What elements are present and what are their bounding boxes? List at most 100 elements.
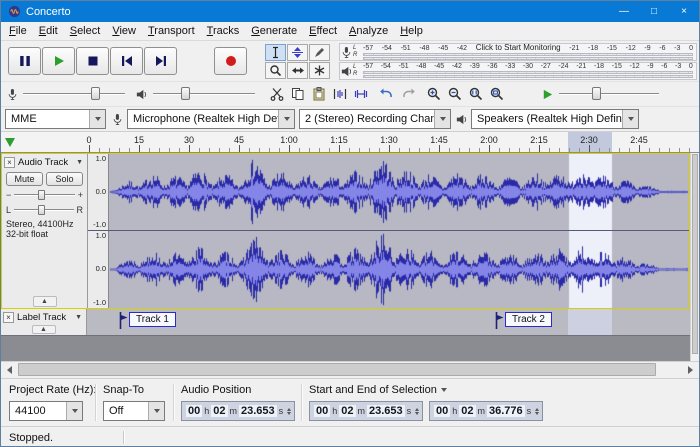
selection-start-field[interactable]: 00 h 02 m 23.653 s xyxy=(309,401,424,421)
menu-item-generate[interactable]: Generate xyxy=(245,23,303,39)
cut-button[interactable] xyxy=(267,84,287,104)
window-title: Concerto xyxy=(26,5,71,18)
playback-volume-slider[interactable] xyxy=(153,85,255,103)
scroll-right-button[interactable] xyxy=(682,362,699,378)
vertical-scrollbar[interactable] xyxy=(690,153,699,361)
slider-thumb[interactable] xyxy=(91,87,100,100)
pan-right-label: R xyxy=(76,204,84,215)
paste-button[interactable] xyxy=(309,84,329,104)
recording-volume-slider[interactable] xyxy=(23,85,125,103)
record-button[interactable] xyxy=(214,47,247,75)
menu-item-tracks[interactable]: Tracks xyxy=(201,23,246,39)
menu-item-edit[interactable]: Edit xyxy=(33,23,64,39)
label-item[interactable]: Track 1 xyxy=(119,312,176,330)
selection-range-label[interactable]: Start and End of Selection xyxy=(309,384,447,396)
label-text[interactable]: Track 2 xyxy=(505,312,552,327)
pause-button[interactable] xyxy=(8,47,41,75)
spinner-arrows-icon[interactable] xyxy=(535,407,540,415)
zoom-in-button[interactable] xyxy=(424,84,444,104)
menu-item-analyze[interactable]: Analyze xyxy=(343,23,394,39)
menu-item-transport[interactable]: Transport xyxy=(142,23,201,39)
skip-to-start-button[interactable] xyxy=(110,47,143,75)
spinner-arrows-icon[interactable] xyxy=(415,407,420,415)
slider-thumb[interactable] xyxy=(38,189,46,200)
timeline-ruler[interactable]: 0 15 30 45 1:00 1:15 1:30 1:45 2:00 2:15 2:30 2:45 xyxy=(1,132,699,153)
waveform-left-channel[interactable] xyxy=(109,154,689,230)
zoom-tool-button[interactable] xyxy=(265,62,286,79)
audio-position-field[interactable]: 00 h 02 m 23.653 s xyxy=(181,401,296,421)
menu-item-effect[interactable]: Effect xyxy=(303,23,343,39)
snap-to-select[interactable]: Off xyxy=(103,401,165,421)
audio-track[interactable]: × Audio Track ▼ Mute Solo − + L R Stereo… xyxy=(1,153,690,309)
solo-button[interactable]: Solo xyxy=(46,172,83,186)
undo-button[interactable] xyxy=(377,84,397,104)
collapse-track-button[interactable]: ▲ xyxy=(32,296,57,307)
playback-meter[interactable]: LR -57 -54 -51 -48 -45 -42 -39 -36 -33 -30 -27 -24-… xyxy=(339,62,697,80)
audio-host-select[interactable]: MME xyxy=(5,109,106,129)
dropdown-arrow-icon xyxy=(278,110,294,128)
redo-button[interactable] xyxy=(398,84,418,104)
dropdown-arrow-icon xyxy=(440,388,447,392)
menu-item-help[interactable]: Help xyxy=(394,23,429,39)
menu-bar: File Edit Select View Transport Tracks Generat… xyxy=(1,22,699,41)
menu-item-select[interactable]: Select xyxy=(64,23,107,39)
maximize-button[interactable]: □ xyxy=(639,1,669,22)
fit-selection-button[interactable] xyxy=(466,84,486,104)
status-separator xyxy=(123,431,125,444)
label-track[interactable]: × Label Track ▼ ▲ Track 1 Track 2 xyxy=(1,309,690,336)
gain-slider[interactable] xyxy=(14,189,75,201)
skip-to-end-button[interactable] xyxy=(144,47,177,75)
silence-audio-button[interactable] xyxy=(351,84,371,104)
horizontal-scrollbar-thumb[interactable] xyxy=(18,363,656,376)
slider-thumb[interactable] xyxy=(181,87,190,100)
recording-meter[interactable]: LR -57 -54 -51 -48 -45 -42 Click to Start Moni… xyxy=(339,43,697,61)
time-shift-tool-button[interactable] xyxy=(287,62,308,79)
minimize-button[interactable]: — xyxy=(609,1,639,22)
menu-item-file[interactable]: File xyxy=(3,23,33,39)
draw-tool-button[interactable] xyxy=(309,44,330,61)
play-at-speed-button[interactable] xyxy=(541,88,554,101)
project-rate-select[interactable]: 44100 xyxy=(9,401,83,421)
multi-tool-button[interactable] xyxy=(309,62,330,79)
spinner-arrows-icon[interactable] xyxy=(287,407,292,415)
labels-area[interactable]: Track 1 Track 2 xyxy=(87,309,690,335)
collapse-track-button[interactable]: ▲ xyxy=(31,325,56,334)
selection-tool-button[interactable] xyxy=(265,44,286,61)
slider-thumb[interactable] xyxy=(38,204,46,215)
microphone-icon xyxy=(112,112,123,127)
envelope-tool-button[interactable] xyxy=(287,44,308,61)
track-title[interactable]: Audio Track xyxy=(15,157,76,168)
stop-icon xyxy=(88,56,97,66)
selection-end-field[interactable]: 00 h 02 m 36.776 s xyxy=(429,401,544,421)
slider-thumb[interactable] xyxy=(592,87,601,100)
recording-channels-select[interactable]: 2 (Stereo) Recording Channels xyxy=(299,109,451,129)
track-menu-arrow-icon[interactable]: ▼ xyxy=(76,159,85,166)
track-menu-arrow-icon[interactable]: ▼ xyxy=(75,314,84,321)
label-text[interactable]: Track 1 xyxy=(129,312,176,327)
monitoring-hint[interactable]: Click to Start Monitoring xyxy=(476,44,561,52)
timeline-pointer-icon[interactable] xyxy=(5,138,15,147)
play-speed-slider[interactable] xyxy=(559,85,659,103)
label-item[interactable]: Track 2 xyxy=(495,312,552,330)
horizontal-scrollbar-track[interactable] xyxy=(18,362,682,378)
project-rate-label: Project Rate (Hz): xyxy=(9,384,97,396)
close-track-button[interactable]: × xyxy=(4,157,15,168)
mute-button[interactable]: Mute xyxy=(6,172,43,186)
track-title[interactable]: Label Track xyxy=(14,312,75,323)
close-button[interactable]: × xyxy=(669,1,699,22)
play-button[interactable] xyxy=(42,47,75,75)
playback-device-select[interactable]: Speakers (Realtek High Definiti xyxy=(471,109,639,129)
copy-button[interactable] xyxy=(288,84,308,104)
stop-button[interactable] xyxy=(76,47,109,75)
zoom-out-button[interactable] xyxy=(445,84,465,104)
recording-device-select[interactable]: Microphone (Realtek High Defini xyxy=(127,109,295,129)
scroll-left-button[interactable] xyxy=(1,362,18,378)
trim-audio-button[interactable] xyxy=(330,84,350,104)
pan-slider[interactable] xyxy=(14,204,74,216)
waveform-right-channel[interactable] xyxy=(109,231,689,308)
close-track-button[interactable]: × xyxy=(3,311,14,323)
vertical-scrollbar-thumb[interactable] xyxy=(692,154,698,354)
fit-project-button[interactable] xyxy=(487,84,507,104)
menu-item-view[interactable]: View xyxy=(106,23,142,39)
horizontal-scrollbar[interactable] xyxy=(1,361,699,378)
